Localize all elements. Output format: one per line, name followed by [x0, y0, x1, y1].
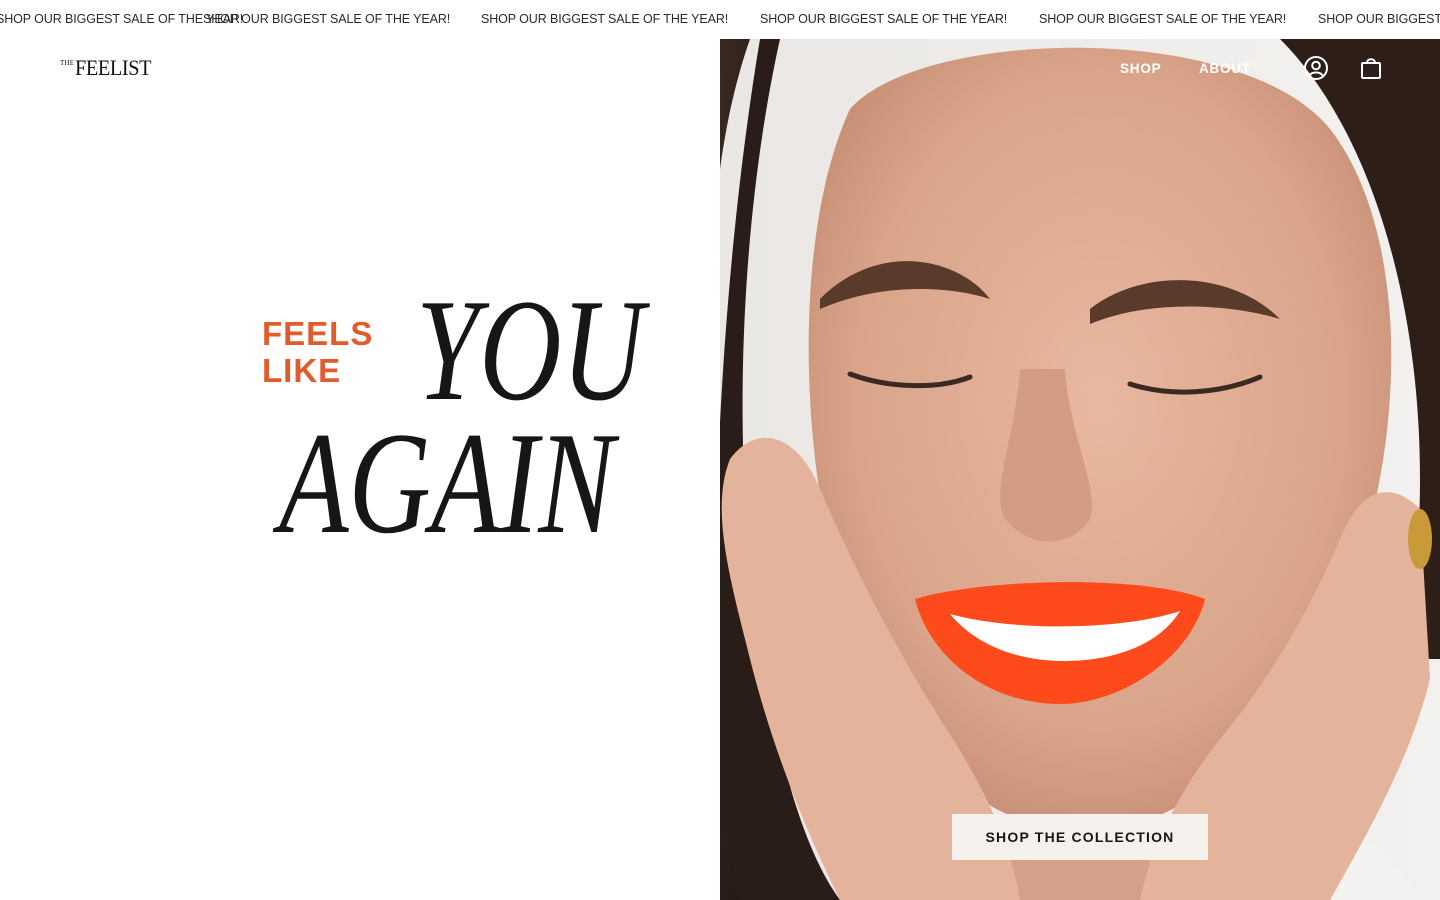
account-icon[interactable] — [1303, 55, 1329, 81]
announcement-text[interactable]: SHOP OUR BIGGEST SALE OF THE YEAR! — [481, 12, 728, 26]
announcement-bar[interactable]: SHOP OUR BIGGEST SALE OF THE YEAR! SHOP … — [0, 0, 1440, 39]
shopping-bag-icon[interactable] — [1358, 55, 1384, 81]
logo-prefix: THE — [60, 59, 75, 67]
hero-again-text: AGAIN — [279, 402, 615, 564]
nav-about-link[interactable]: ABOUT — [1199, 61, 1251, 76]
hero-feels-text: FEELS — [262, 315, 374, 352]
announcement-text[interactable]: SHOP OUR BIGGEST SALE OF THE YEAR! — [1039, 12, 1286, 26]
nav-shop-link[interactable]: SHOP — [1120, 61, 1161, 76]
hero-like-text: LIKE — [262, 352, 342, 389]
hero-photo — [720, 39, 1440, 900]
logo-wordmark: FEELIST — [75, 55, 152, 80]
announcement-text[interactable]: SHOP OUR BIGGEST SALE OF THE YEAR! — [1318, 12, 1440, 26]
announcement-text[interactable]: SHOP OUR BIGGEST SALE OF THE YEAR! — [760, 12, 1007, 26]
smiling-woman-illustration — [720, 39, 1440, 900]
shop-collection-button[interactable]: SHOP THE COLLECTION — [952, 814, 1208, 860]
announcement-text[interactable]: SHOP OUR BIGGEST SALE OF THE YEAR! — [203, 12, 450, 26]
site-logo[interactable]: THE FEELIST — [60, 57, 158, 81]
